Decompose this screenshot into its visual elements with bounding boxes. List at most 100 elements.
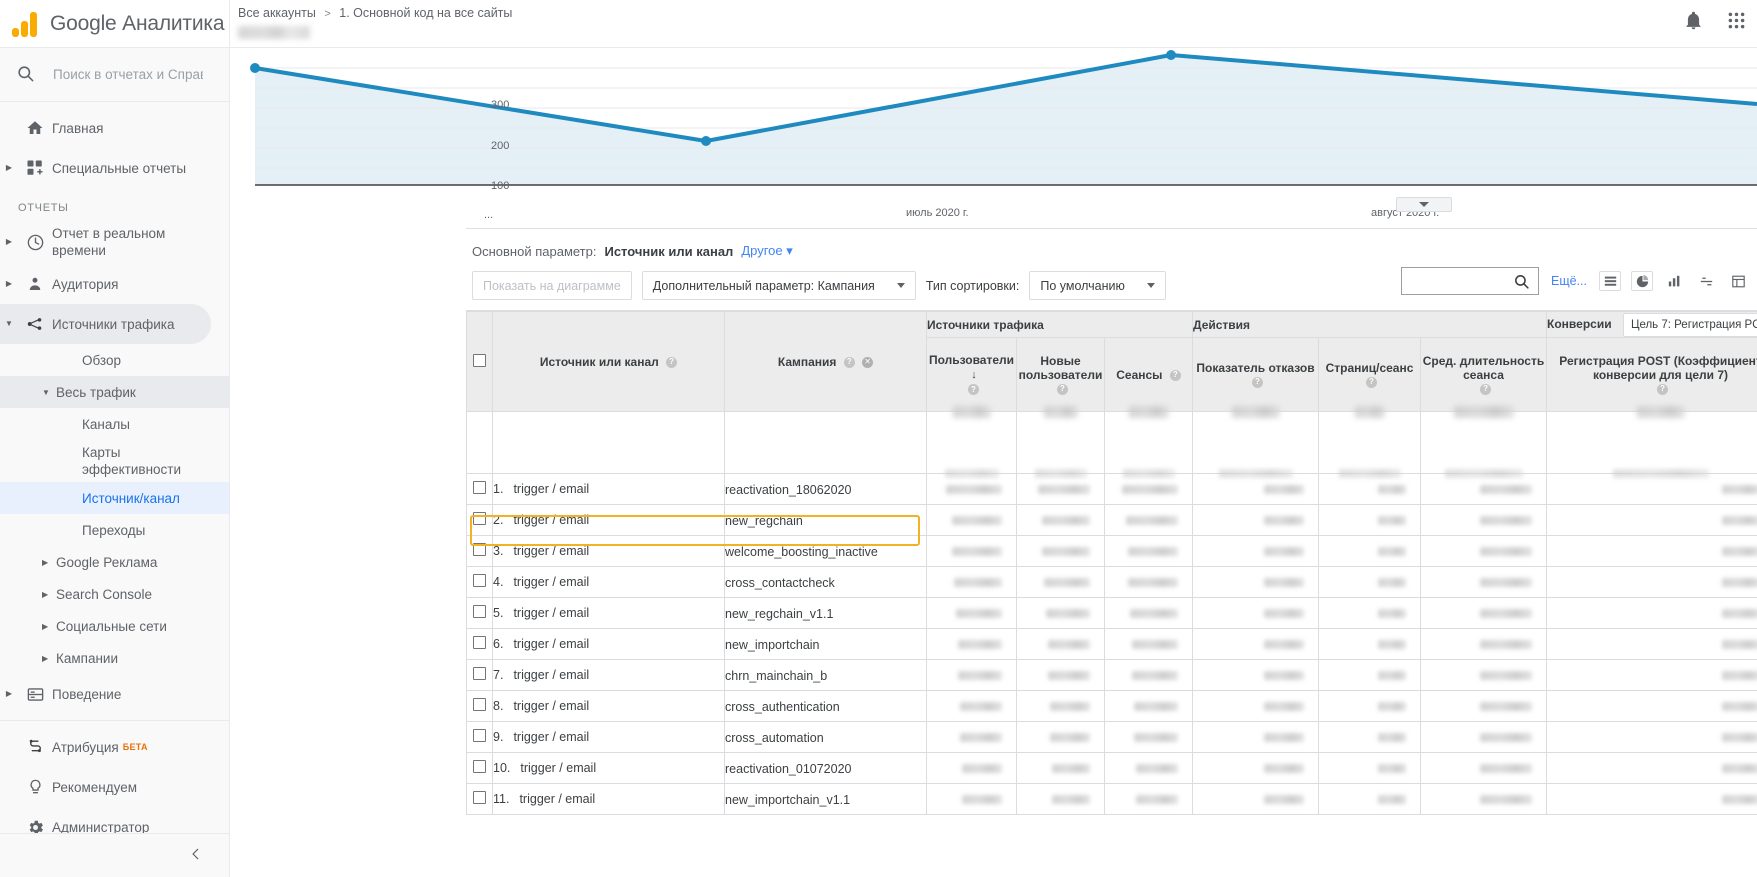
row-source-link[interactable]: trigger / email [520,761,596,775]
row-checkbox-cell[interactable] [466,473,493,505]
bell-icon[interactable] [1683,10,1704,31]
row-source-link[interactable]: trigger / email [513,544,589,558]
sidebar-item-audience[interactable]: ▶ Аудитория [0,264,229,304]
row-campaign-link[interactable]: reactivation_01072020 [725,762,852,776]
row-campaign-link[interactable]: cross_contactcheck [725,576,835,590]
row-checkbox[interactable] [473,760,486,773]
row-checkbox[interactable] [473,729,486,742]
property-name-redacted[interactable] [238,26,310,39]
sidebar-item-custom-reports[interactable]: ▶ Специальные отчеты [0,148,229,188]
table-search[interactable] [1401,267,1539,295]
help-icon[interactable]: ? [1252,376,1263,388]
row-source-link[interactable]: trigger / email [513,668,589,682]
row-checkbox-cell[interactable] [466,721,493,753]
table-row[interactable]: 9. trigger / email cross_automation [466,721,1757,753]
row-checkbox-cell[interactable] [466,690,493,722]
goal-selector[interactable]: Цель 7: Регистрация POST [1622,312,1757,337]
help-icon[interactable]: ? [843,356,855,368]
table-row[interactable]: 2. trigger / email new_regchain [466,504,1757,536]
row-checkbox[interactable] [473,574,486,587]
table-row[interactable]: 6. trigger / email new_importchain [466,628,1757,660]
row-checkbox-cell[interactable] [466,504,493,536]
sidebar-item-home[interactable]: Главная [0,108,229,148]
select-all-header[interactable] [466,311,493,412]
sidebar-item-google-ads[interactable]: ▶ Google Реклама [0,546,229,578]
brand-header[interactable]: Google Аналитика [0,0,229,48]
row-source-link[interactable]: trigger / email [519,792,595,806]
help-icon[interactable]: ? [1657,383,1669,395]
row-checkbox[interactable] [473,698,486,711]
row-source-link[interactable]: trigger / email [513,575,589,589]
dimension-header-source[interactable]: Источник или канал ? [492,311,725,412]
sidebar-item-search-console[interactable]: ▶ Search Console [0,578,229,610]
row-checkbox-cell[interactable] [466,752,493,784]
sidebar-item-admin[interactable]: Администратор [0,807,229,833]
sidebar-search[interactable] [0,48,229,102]
row-source-link[interactable]: trigger / email [513,637,589,651]
table-row[interactable]: 7. trigger / email chrn_mainchain_b [466,659,1757,691]
row-checkbox-cell[interactable] [466,597,493,629]
table-row[interactable]: 10. trigger / email reactivation_0107202… [466,752,1757,784]
breadcrumb-all-accounts[interactable]: Все аккаунты [238,6,316,20]
row-campaign-link[interactable]: new_importchain_v1.1 [725,793,850,807]
sidebar-item-source-medium[interactable]: Источник/канал [0,482,229,514]
sidebar-item-attribution[interactable]: Атрибуция БЕТА [0,727,229,767]
dimension-header-campaign[interactable]: Кампания ? ✕ [724,311,927,412]
table-row[interactable]: 1. trigger / email reactivation_18062020 [466,473,1757,505]
table-row[interactable]: 3. trigger / email welcome_boosting_inac… [466,535,1757,567]
row-checkbox-cell[interactable] [466,783,493,815]
sidebar-item-discover[interactable]: Рекомендуем [0,767,229,807]
row-source-link[interactable]: trigger / email [513,482,589,496]
sidebar-item-acquisition[interactable]: ▼ Источники трафика [0,304,211,344]
help-icon[interactable]: ? [1366,376,1377,388]
report-table-container[interactable]: Источник или канал ? Кампания ? ✕ Источн… [466,310,1757,877]
row-checkbox[interactable] [473,791,486,804]
row-source-link[interactable]: trigger / email [513,730,589,744]
table-row[interactable]: 4. trigger / email cross_contactcheck [466,566,1757,598]
sidebar-item-treemaps[interactable]: Карты эффективности [0,440,229,482]
sidebar-item-realtime[interactable]: ▶ Отчет в реальном времени [0,220,229,264]
row-checkbox[interactable] [473,512,486,525]
help-icon[interactable]: ? [666,356,678,368]
row-campaign-link[interactable]: new_regchain [725,514,803,528]
secondary-dimension-select[interactable]: Дополнительный параметр: Кампания [641,271,916,300]
table-view-icon[interactable] [1599,271,1621,291]
sidebar-item-campaigns[interactable]: ▶ Кампании [0,642,229,674]
chart-zoom-handle[interactable] [1396,197,1452,212]
pivot-view-icon[interactable] [1727,271,1749,291]
row-campaign-link[interactable]: reactivation_18062020 [725,483,852,497]
remove-dimension-icon[interactable]: ✕ [862,356,874,368]
row-checkbox[interactable] [473,543,486,556]
pie-view-icon[interactable] [1631,271,1653,291]
row-source-link[interactable]: trigger / email [513,513,589,527]
sidebar-item-referrals[interactable]: Переходы [0,514,229,546]
breadcrumb-current-account[interactable]: 1. Основной код на все сайты [339,6,512,20]
help-icon[interactable]: ? [1480,383,1492,395]
apps-grid-icon[interactable] [1726,10,1747,31]
primary-dimension-value[interactable]: Источник или канал [604,244,733,259]
other-dimension-link[interactable]: Другое ▾ [741,243,792,259]
row-checkbox-cell[interactable] [466,659,493,691]
row-campaign-link[interactable]: chrn_mainchain_b [725,669,827,683]
row-checkbox-cell[interactable] [466,566,493,598]
row-campaign-link[interactable]: cross_authentication [725,700,840,714]
table-search-input[interactable] [1402,268,1506,294]
row-campaign-link[interactable]: new_regchain_v1.1 [725,607,833,621]
row-checkbox-cell[interactable] [466,535,493,567]
help-icon[interactable]: ? [1057,383,1068,395]
row-checkbox[interactable] [473,636,486,649]
row-checkbox[interactable] [473,667,486,680]
row-campaign-link[interactable]: new_importchain [725,638,820,652]
timeline-chart[interactable]: 300 200 100 [230,48,1757,205]
search-icon[interactable] [1506,268,1536,294]
comparison-view-icon[interactable] [1695,271,1717,291]
sort-type-select[interactable]: По умолчанию [1029,271,1166,300]
search-input[interactable] [53,67,203,82]
help-icon[interactable]: ? [1169,369,1181,381]
performance-view-icon[interactable] [1663,271,1685,291]
sidebar-item-channels[interactable]: Каналы [0,408,229,440]
help-icon[interactable]: ? [968,384,979,396]
sidebar-item-behavior[interactable]: ▶ Поведение [0,674,229,714]
table-row[interactable]: 8. trigger / email cross_authentication [466,690,1757,722]
select-all-checkbox[interactable] [473,353,486,367]
